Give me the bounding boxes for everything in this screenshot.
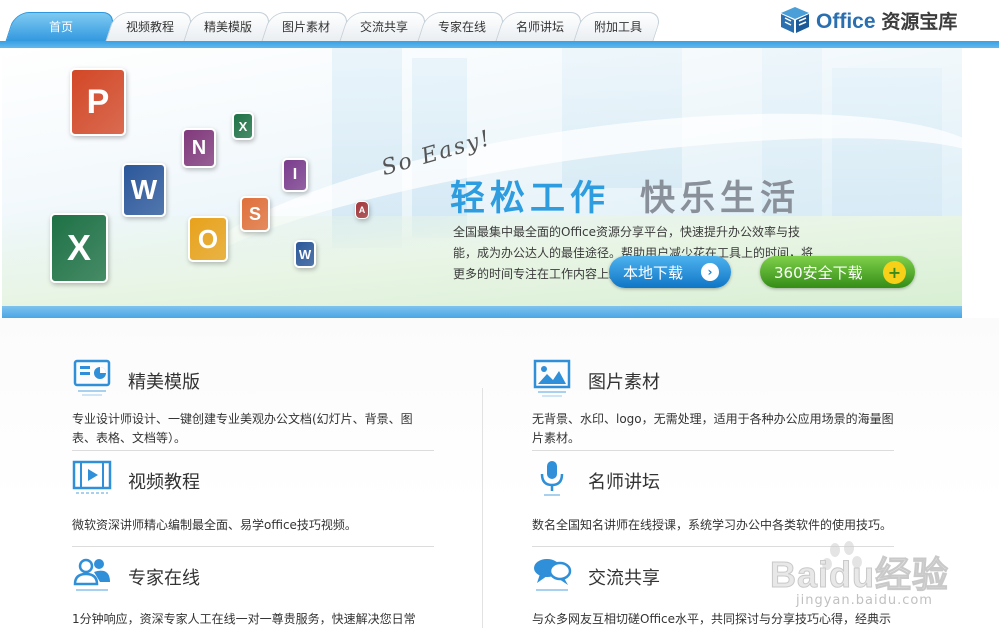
top-navigation: 首页 视频教程 精美模版 图片素材 交流共享 专家在线 名师讲坛 附加工具 Of… bbox=[0, 0, 999, 48]
tab-famous-teachers[interactable]: 名师讲坛 bbox=[495, 12, 585, 42]
slide-template-icon bbox=[73, 359, 111, 396]
tab-picture-materials[interactable]: 图片素材 bbox=[261, 12, 351, 42]
feature-description: 数名全国知名讲师在线授课，系统学习办公中各类软件的使用技巧。 bbox=[532, 518, 893, 532]
powerpoint-icon: P bbox=[70, 68, 126, 136]
word-small-icon: W bbox=[294, 240, 316, 268]
tab-label: 首页 bbox=[48, 20, 73, 34]
access-small-icon: A bbox=[355, 201, 369, 219]
excel-icon: X bbox=[50, 213, 108, 283]
icon-letter: S bbox=[248, 203, 261, 224]
infopath-icon: I bbox=[282, 158, 308, 192]
feature-description: 1分钟响应，资深专家人工在线一对一尊贵服务，快速解决您日常 bbox=[72, 612, 416, 626]
tab-exchange-share[interactable]: 交流共享 bbox=[339, 12, 429, 42]
tab-label: 精美模版 bbox=[203, 20, 252, 34]
360-download-label: 360安全下载 bbox=[774, 263, 863, 282]
tab-label: 专家在线 bbox=[437, 20, 486, 34]
icon-letter: O bbox=[197, 223, 219, 254]
feature-separator bbox=[532, 450, 894, 451]
tab-label: 附加工具 bbox=[593, 20, 642, 34]
feature-description: 与众多网友互相切磋Office水平，共同探讨与分享技巧心得，经典示 bbox=[532, 612, 892, 626]
feature-description: 微软资深讲师精心编制最全面、易学office技巧视频。 bbox=[72, 518, 357, 532]
local-download-button[interactable]: 本地下载 › bbox=[609, 256, 731, 288]
word-icon: W bbox=[122, 163, 166, 217]
banner-bottom-strip bbox=[2, 306, 962, 318]
feature-title: 图片素材 bbox=[588, 372, 660, 393]
nav-tabs: 首页 视频教程 精美模版 图片素材 交流共享 专家在线 名师讲坛 附加工具 bbox=[5, 12, 663, 42]
360-safe-download-button[interactable]: 360安全下载 + bbox=[760, 256, 915, 288]
icon-letter: W bbox=[130, 174, 158, 205]
picture-icon bbox=[533, 359, 571, 397]
feature-separator bbox=[72, 450, 434, 451]
microphone-icon bbox=[540, 461, 564, 496]
tab-label: 名师讲坛 bbox=[515, 20, 564, 34]
outlook-icon: O bbox=[188, 216, 228, 262]
logo-main-text: Office bbox=[816, 9, 876, 33]
feature-title: 视频教程 bbox=[128, 472, 200, 493]
cube-logo-icon bbox=[781, 7, 809, 33]
tab-label: 图片素材 bbox=[281, 20, 330, 34]
icon-letter: X bbox=[66, 227, 91, 268]
sharepoint-icon: S bbox=[240, 196, 270, 232]
icon-letter: A bbox=[358, 205, 366, 215]
experts-icon bbox=[73, 558, 110, 591]
onenote-icon: N bbox=[182, 128, 216, 168]
icon-letter: I bbox=[292, 166, 298, 183]
feature-description: 专业设计师设计、一键创建专业美观办公文档(幻灯片、背景、图表、表格、文档等）。 bbox=[72, 412, 413, 445]
arrow-right-icon: › bbox=[701, 263, 719, 281]
banner-slogan: 轻松工作 快乐生活 bbox=[450, 170, 800, 221]
nav-underline-bar bbox=[0, 41, 999, 48]
tab-video-tutorials[interactable]: 视频教程 bbox=[105, 12, 195, 42]
column-divider bbox=[482, 388, 483, 628]
feature-title: 精美模版 bbox=[128, 372, 200, 393]
feature-title: 名师讲坛 bbox=[588, 472, 660, 493]
plus-shield-icon: + bbox=[883, 261, 906, 284]
logo-sub-text: 资源宝库 bbox=[881, 11, 958, 33]
excel-small-icon: X bbox=[232, 112, 254, 140]
tab-home[interactable]: 首页 bbox=[5, 12, 117, 42]
page: 首页 视频教程 精美模版 图片素材 交流共享 专家在线 名师讲坛 附加工具 Of… bbox=[0, 0, 999, 629]
feature-description: 无背景、水印、logo，无需处理，适用于各种办公应用场景的海量图片素材。 bbox=[532, 412, 894, 445]
feature-title: 专家在线 bbox=[128, 568, 200, 589]
features-section: 精美模版 专业设计师设计、一键创建专业美观办公文档(幻灯片、背景、图表、表格、文… bbox=[0, 318, 999, 629]
logo-text: Office 资源宝库 bbox=[816, 7, 957, 34]
icon-letter: W bbox=[298, 246, 312, 262]
tab-label: 交流共享 bbox=[359, 20, 408, 34]
feature-title: 交流共享 bbox=[588, 568, 660, 589]
slogan-right: 快乐生活 bbox=[640, 179, 801, 219]
icon-letter: X bbox=[238, 118, 248, 134]
slogan-left: 轻松工作 bbox=[450, 179, 611, 219]
video-film-icon bbox=[72, 460, 112, 494]
icon-letter: N bbox=[191, 136, 207, 159]
icon-letter: P bbox=[86, 82, 110, 121]
feature-separator bbox=[72, 546, 434, 547]
tab-extra-tools[interactable]: 附加工具 bbox=[573, 12, 663, 42]
tab-templates[interactable]: 精美模版 bbox=[183, 12, 273, 42]
chat-bubbles-icon bbox=[534, 559, 572, 591]
tab-label: 视频教程 bbox=[125, 20, 174, 34]
feature-separator bbox=[532, 546, 894, 547]
site-logo[interactable]: Office 资源宝库 bbox=[780, 4, 957, 36]
local-download-label: 本地下载 bbox=[623, 263, 684, 282]
tab-experts-online[interactable]: 专家在线 bbox=[417, 12, 507, 42]
